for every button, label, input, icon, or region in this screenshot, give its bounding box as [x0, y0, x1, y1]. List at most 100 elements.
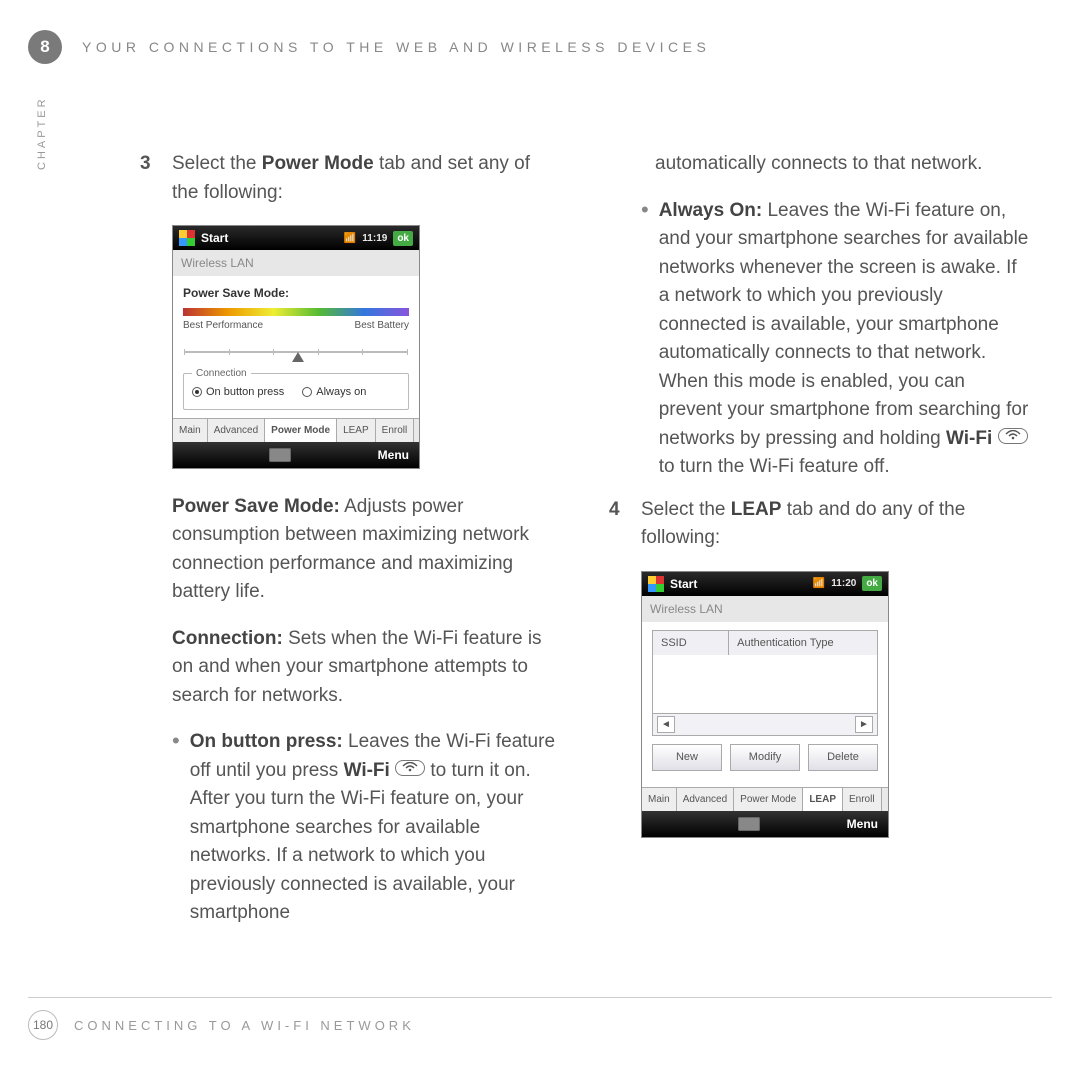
dialog-body: Power Save Mode: Best Performance Best B… [173, 276, 419, 418]
radio-on-button-press[interactable]: On button press [192, 384, 284, 401]
softkey-bar: Menu [173, 442, 419, 468]
bold-text: Connection: [172, 628, 283, 649]
step-text: Select the LEAP tab and do any of the fo… [641, 496, 1030, 553]
ok-button[interactable]: ok [862, 576, 882, 591]
screenshot-power-mode: Start 📶 11:19 ok Wireless LAN Power Save… [172, 225, 420, 469]
tab-advanced[interactable]: Advanced [677, 788, 734, 811]
chapter-number-badge: 8 [28, 30, 62, 64]
tab-enroll[interactable]: Enroll [843, 788, 882, 811]
continued-text: automatically connects to that network. [655, 150, 1030, 179]
start-label[interactable]: Start [201, 229, 228, 247]
status-icons: 📶 [813, 576, 825, 591]
bullet-always-on: • Always On: Leaves the Wi-Fi feature on… [641, 197, 1030, 482]
scroll-right-icon[interactable]: ► [855, 716, 873, 733]
slider-thumb-icon[interactable] [292, 352, 304, 362]
table-header: SSID Authentication Type [653, 631, 877, 656]
new-button[interactable]: New [652, 744, 722, 771]
keyboard-icon[interactable] [269, 448, 291, 462]
tab-power-mode[interactable]: Power Mode [265, 419, 337, 442]
bold-text: Power Mode [262, 153, 374, 174]
bold-text: Wi-Fi [344, 760, 390, 781]
screenshot-leap: Start 📶 11:20 ok Wireless LAN SSID Authe… [641, 571, 889, 838]
start-label[interactable]: Start [670, 575, 697, 593]
titlebar: Start 📶 11:19 ok [173, 226, 419, 250]
connection-para: Connection: Sets when the Wi-Fi feature … [172, 625, 561, 711]
window-title: Wireless LAN [173, 250, 419, 276]
right-column: automatically connects to that network. … [609, 150, 1030, 980]
header-title: YOUR CONNECTIONS TO THE WEB AND WIRELESS… [82, 39, 710, 55]
tab-main[interactable]: Main [642, 788, 677, 811]
tab-leap[interactable]: LEAP [337, 419, 376, 442]
step-text: Select the Power Mode tab and set any of… [172, 150, 561, 207]
bold-text: Wi-Fi [946, 428, 992, 449]
bullet-on-button-press: • On button press: Leaves the Wi-Fi feat… [172, 728, 561, 928]
right-label: Best Battery [355, 318, 409, 333]
step-3: 3 Select the Power Mode tab and set any … [140, 150, 561, 207]
section-heading: Power Save Mode: [183, 284, 409, 302]
tab-strip: Main Advanced Power Mode LEAP Enroll [173, 418, 419, 442]
tab-enroll[interactable]: Enroll [376, 419, 415, 442]
chapter-label-vertical: CHAPTER [36, 96, 48, 170]
bold-text: On button press: [190, 731, 343, 752]
clock: 11:20 [831, 576, 856, 591]
window-title: Wireless LAN [642, 596, 888, 622]
group-legend: Connection [192, 366, 251, 381]
table-rows-empty [653, 655, 877, 713]
leap-table: SSID Authentication Type ◄ ► [652, 630, 878, 737]
dialog-body: SSID Authentication Type ◄ ► New Modify … [642, 622, 888, 787]
radio-icon [302, 387, 312, 397]
left-column: 3 Select the Power Mode tab and set any … [140, 150, 561, 980]
wifi-button-icon [395, 760, 425, 776]
status-icons: 📶 [344, 231, 356, 246]
text: to turn it on. After you turn the Wi-Fi … [190, 760, 531, 924]
footer-title: CONNECTING TO A WI-FI NETWORK [74, 1018, 415, 1033]
tab-power-mode[interactable]: Power Mode [734, 788, 803, 811]
menu-softkey[interactable]: Menu [847, 815, 878, 833]
scroll-left-icon[interactable]: ◄ [657, 716, 675, 733]
page-header: 8 YOUR CONNECTIONS TO THE WEB AND WIRELE… [28, 30, 1052, 64]
tab-leap[interactable]: LEAP [803, 788, 843, 811]
tab-main[interactable]: Main [173, 419, 208, 442]
ok-button[interactable]: ok [393, 231, 413, 246]
titlebar: Start 📶 11:20 ok [642, 572, 888, 596]
start-flag-icon [648, 576, 664, 592]
bold-text: LEAP [731, 499, 782, 520]
text: Leaves the Wi-Fi feature on, and your sm… [659, 200, 1029, 449]
slider-labels: Best Performance Best Battery [183, 318, 409, 333]
col-ssid[interactable]: SSID [653, 631, 729, 656]
delete-button[interactable]: Delete [808, 744, 878, 771]
radio-icon [192, 387, 202, 397]
menu-softkey[interactable]: Menu [378, 446, 409, 464]
tab-advanced[interactable]: Advanced [208, 419, 265, 442]
clock: 11:19 [362, 231, 387, 246]
bold-text: Power Save Mode: [172, 496, 340, 517]
radio-always-on[interactable]: Always on [302, 384, 366, 401]
leap-buttons: New Modify Delete [652, 744, 878, 771]
softkey-bar: Menu [642, 811, 888, 837]
modify-button[interactable]: Modify [730, 744, 800, 771]
hscrollbar[interactable]: ◄ ► [653, 713, 877, 735]
color-gradient [183, 308, 409, 316]
text: to turn the Wi-Fi feature off. [659, 456, 890, 477]
text: Select the [641, 499, 731, 520]
bullet-icon: • [641, 197, 649, 482]
step-4: 4 Select the LEAP tab and do any of the … [609, 496, 1030, 553]
content-columns: 3 Select the Power Mode tab and set any … [140, 150, 1030, 980]
col-auth-type[interactable]: Authentication Type [729, 631, 877, 656]
step-number: 3 [140, 150, 158, 207]
left-label: Best Performance [183, 318, 263, 333]
start-flag-icon [179, 230, 195, 246]
text: Select the [172, 153, 262, 174]
radio-label: On button press [206, 384, 284, 401]
tab-strip: Main Advanced Power Mode LEAP Enroll [642, 787, 888, 811]
bold-text: Always On: [659, 200, 762, 221]
wifi-button-icon [998, 428, 1028, 444]
connection-group: Connection On button press Always on [183, 373, 409, 410]
bullet-icon: • [172, 728, 180, 928]
page-number: 180 [28, 1010, 58, 1040]
step-number: 4 [609, 496, 627, 553]
keyboard-icon[interactable] [738, 817, 760, 831]
power-save-mode-para: Power Save Mode: Adjusts power consumpti… [172, 493, 561, 607]
power-save-slider[interactable] [183, 339, 409, 363]
page-footer: 180 CONNECTING TO A WI-FI NETWORK [28, 997, 1052, 1040]
